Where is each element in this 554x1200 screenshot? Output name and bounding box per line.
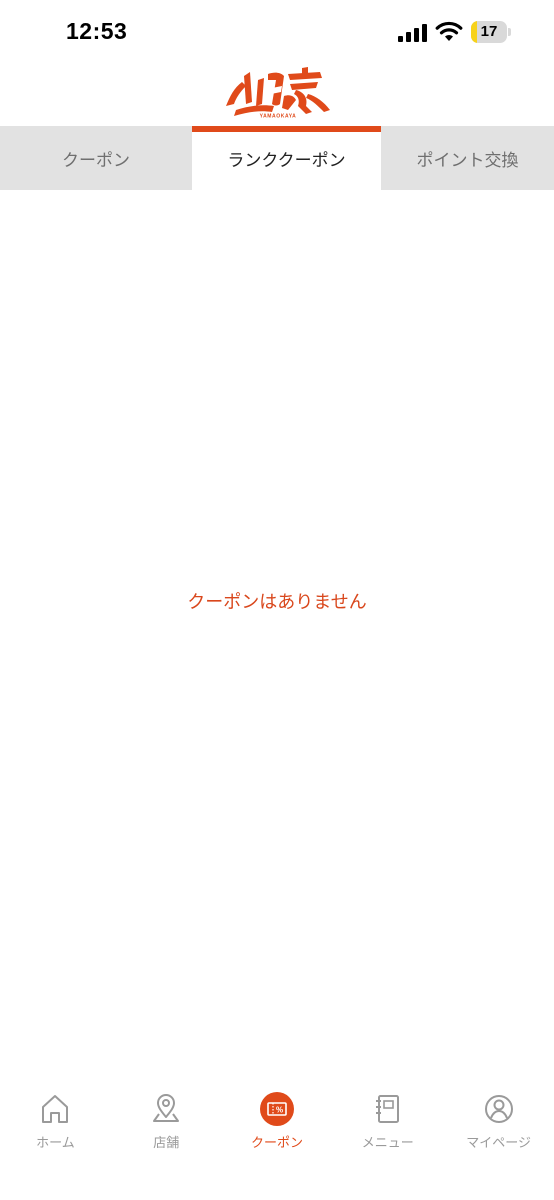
battery-level: 17 bbox=[480, 23, 498, 40]
map-pin-icon bbox=[153, 1094, 180, 1122]
yamaokaya-logo-icon: YAMAOKAYA bbox=[226, 67, 330, 120]
nav-home-label: ホーム bbox=[36, 1136, 75, 1151]
status-time: 12:53 bbox=[66, 18, 128, 44]
svg-text:%: % bbox=[276, 1106, 283, 1115]
svg-text:YAMAOKAYA: YAMAOKAYA bbox=[260, 114, 297, 120]
home-icon bbox=[42, 1095, 69, 1123]
cellular-signal-icon bbox=[398, 24, 427, 42]
nav-coupon[interactable]: % クーポン bbox=[222, 1080, 333, 1170]
coupon-icon: % bbox=[259, 1092, 294, 1126]
tab-rank-coupon-label: ランククーポン bbox=[227, 150, 346, 171]
nav-menu[interactable]: メニュー bbox=[332, 1080, 443, 1170]
battery-icon: 17 bbox=[471, 21, 511, 43]
nav-menu-label: メニュー bbox=[361, 1136, 414, 1151]
active-tab-indicator bbox=[192, 126, 381, 132]
wifi-icon bbox=[435, 21, 463, 41]
tab-rank-coupon[interactable]: ランククーポン bbox=[192, 126, 381, 190]
tab-coupon-label: クーポン bbox=[62, 150, 130, 171]
battery-cap bbox=[508, 28, 511, 36]
user-icon bbox=[484, 1095, 513, 1123]
nav-stores-label: 店舗 bbox=[153, 1136, 180, 1151]
coupon-screen: 12:53 17 YAMAOKAYA クーポン ランククーポン ポイント交換 ク… bbox=[0, 0, 554, 1200]
empty-coupon-message: クーポンはありません bbox=[187, 592, 367, 613]
menu-book-icon bbox=[375, 1095, 399, 1123]
status-bar: 12:53 17 bbox=[0, 0, 554, 62]
tab-point-exchange[interactable]: ポイント交換 bbox=[381, 126, 554, 190]
tab-bar: クーポン ランククーポン ポイント交換 bbox=[0, 126, 554, 190]
nav-mypage-label: マイページ bbox=[466, 1136, 531, 1151]
battery-body: 17 bbox=[471, 21, 507, 43]
nav-home[interactable]: ホーム bbox=[0, 1080, 111, 1170]
bottom-nav: ホーム 店舗 % クーポン メニュー マイページ bbox=[0, 1080, 554, 1170]
nav-stores[interactable]: 店舗 bbox=[111, 1080, 222, 1170]
nav-coupon-label: クーポン bbox=[250, 1136, 303, 1151]
nav-mypage[interactable]: マイページ bbox=[443, 1080, 554, 1170]
tab-point-exchange-label: ポイント交換 bbox=[416, 150, 519, 171]
tab-coupon[interactable]: クーポン bbox=[0, 126, 192, 190]
